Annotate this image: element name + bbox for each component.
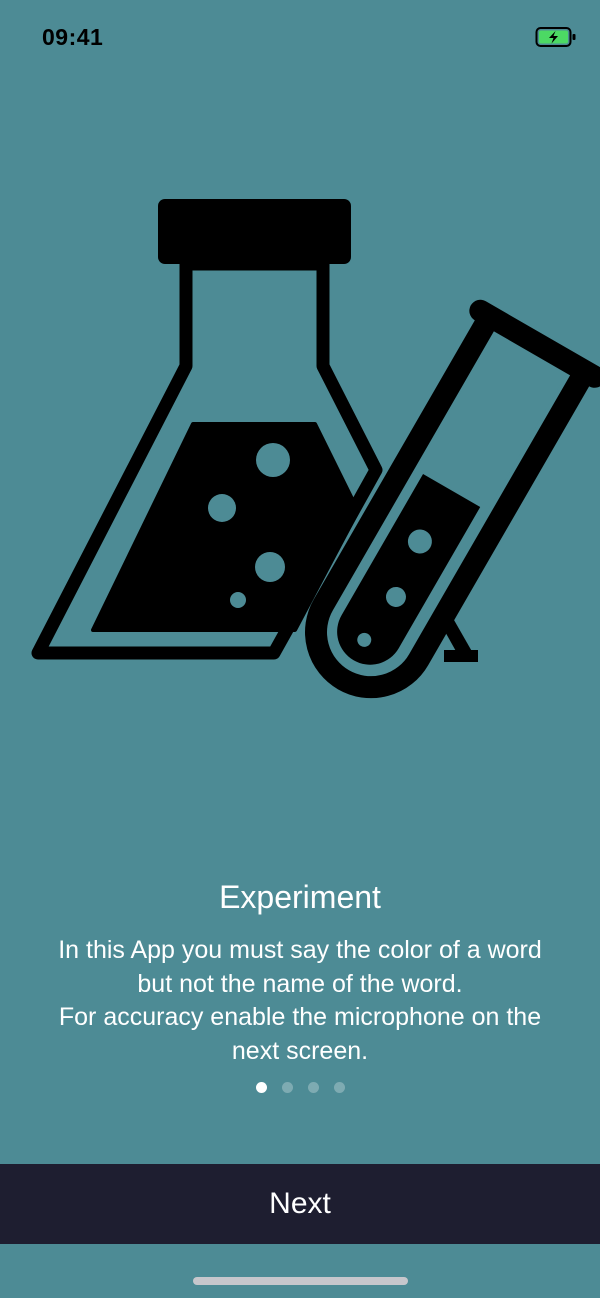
status-time: 09:41 [42,24,104,50]
onboarding-description: In this App you must say the color of a … [20,934,580,1068]
description-line: For accuracy enable the microphone on th… [58,1003,542,1031]
home-indicator[interactable] [193,1277,408,1285]
description-line: but not the name of the word. [137,969,463,998]
page-dot-2[interactable] [281,1082,293,1093]
description-line: next screen. [231,1036,369,1065]
onboarding-title: Experiment [219,879,381,915]
description-line: In this App you must say the color of a … [58,936,542,964]
next-button[interactable]: Next [0,1164,600,1244]
lab-flask-test-tube-icon [31,199,600,699]
page-dot-4[interactable] [333,1082,345,1093]
page-dot-1[interactable] [255,1082,267,1093]
page-indicator[interactable] [0,1082,600,1094]
page-dot-3[interactable] [307,1082,319,1093]
status-bar: 09:41 [0,0,600,80]
battery-charging-icon [535,27,576,47]
